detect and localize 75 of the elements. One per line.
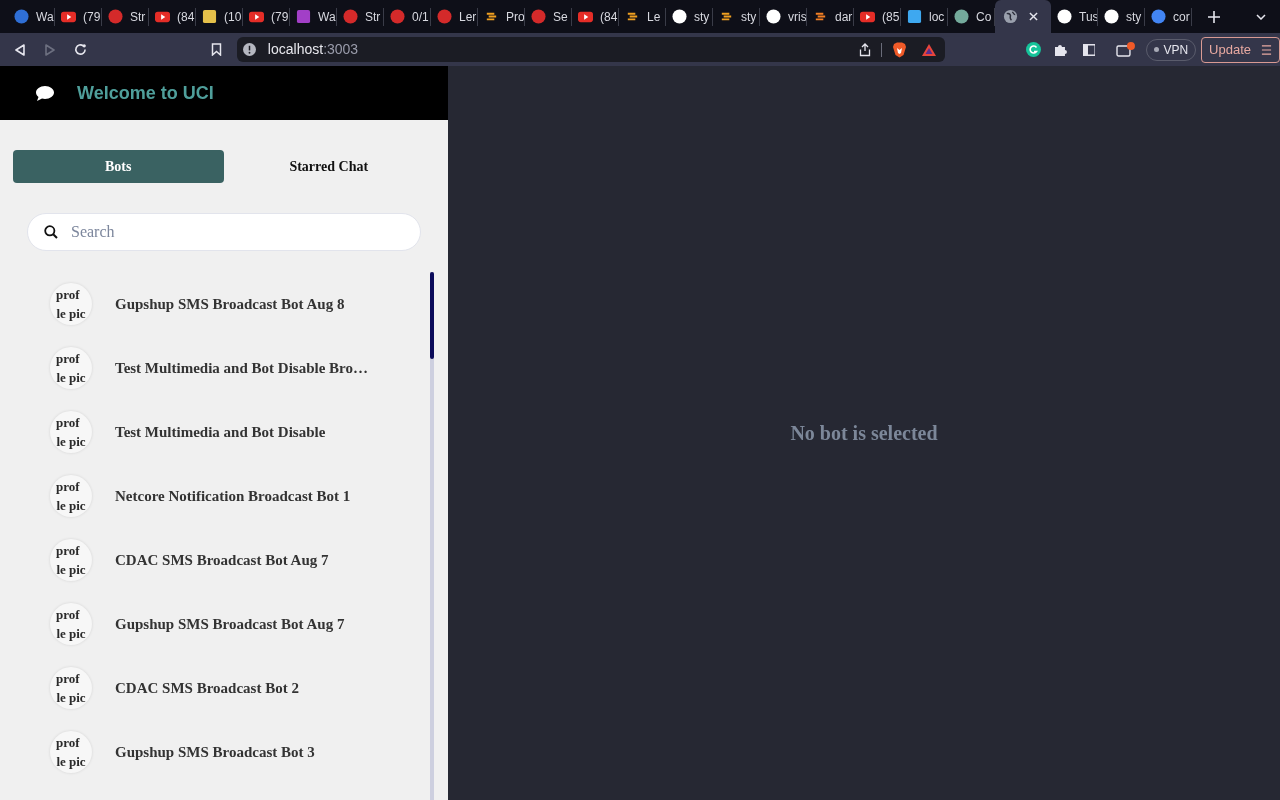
browser-tab[interactable]: vris (760, 7, 807, 26)
browser-tab[interactable]: (85 (854, 7, 901, 26)
broken-avatar-image: prof le pic (50, 731, 92, 773)
grammar-extension-icon[interactable] (1025, 42, 1041, 57)
new-tab-icon[interactable] (1208, 10, 1220, 23)
tab[interactable]: Bots (13, 150, 224, 183)
browser-tab[interactable] (995, 0, 1051, 33)
search-field[interactable]: Search (27, 213, 421, 251)
browser-tab[interactable]: sty (1098, 7, 1145, 26)
triangle-icon[interactable] (920, 42, 937, 57)
browser-tab[interactable]: Ler (431, 7, 478, 26)
scrollbar[interactable] (430, 272, 434, 800)
chevron-down-icon[interactable] (1256, 13, 1266, 20)
broken-avatar-image: prof le pic (50, 475, 92, 517)
browser-tab[interactable]: 0/1 (384, 7, 431, 26)
browser-tab[interactable]: (84 (572, 7, 619, 26)
bot-name: Gupshup SMS Broadcast Bot Aug 8 (115, 294, 345, 314)
browser-tab[interactable]: Le (619, 7, 666, 26)
browser-tab[interactable]: Pro (478, 7, 525, 26)
bot-name: CDAC SMS Broadcast Bot Aug 7 (115, 550, 329, 570)
broken-avatar-image: prof le pic (50, 347, 92, 389)
browser-tab[interactable]: sty (666, 7, 713, 26)
search-icon (44, 225, 58, 239)
url-text: localhost:3003 (267, 40, 359, 59)
share-icon[interactable] (858, 42, 871, 57)
chat-bubble-icon (35, 84, 55, 102)
browser-tab[interactable]: loc (901, 7, 948, 26)
broken-avatar-image: prof le pic (50, 603, 92, 645)
browser-tab[interactable]: cor (1145, 7, 1192, 26)
puzzle-icon[interactable] (1053, 42, 1068, 57)
bot-list-item[interactable]: prof le pic CDAC SMS Broadcast Bot 2 (0, 656, 430, 720)
bot-name: Gupshup SMS Broadcast Bot 3 (115, 742, 315, 762)
app-title: Welcome to UCI (77, 81, 214, 105)
browser-tab[interactable]: Se (525, 7, 572, 26)
browser-tab[interactable]: (84 (149, 7, 196, 26)
browser-tab[interactable]: (79 (55, 7, 102, 26)
bot-list-item[interactable]: prof le pic Gupshup SMS Broadcast Bot 3 (0, 720, 430, 784)
browser-tab[interactable]: sty (713, 7, 760, 26)
sidebar-icon[interactable] (1082, 43, 1096, 56)
vpn-label: VPN (1163, 41, 1189, 59)
bot-name: Gupshup SMS Broadcast Bot Aug 7 (115, 614, 345, 634)
info-icon (242, 43, 256, 56)
bot-list-item[interactable]: prof le pic Test Multimedia and Bot Disable (0, 400, 430, 464)
browser-tab[interactable]: dar (807, 7, 854, 26)
bot-name: Netcore Notification Broadcast Bot 1 (115, 486, 351, 506)
bot-list-item[interactable]: prof le pic Gupshup SMS Broadcast Bot Aug 7 (0, 592, 430, 656)
bot-name: Test Multimedia and Bot Disable (115, 422, 326, 442)
browser-tab[interactable]: Str (102, 7, 149, 26)
forward-icon[interactable] (43, 43, 56, 56)
tab[interactable]: Starred Chat (223, 150, 434, 183)
broken-avatar-image: prof le pic (50, 411, 92, 453)
browser-tab[interactable]: (79 (243, 7, 290, 26)
bot-name: Test Multimedia and Bot Disable Bro… (115, 358, 368, 378)
bot-name: CDAC SMS Broadcast Bot 2 (115, 678, 299, 698)
browser-tab[interactable]: Str (337, 7, 384, 26)
reload-icon[interactable] (73, 43, 87, 56)
empty-state-message: No bot is selected (790, 420, 938, 446)
close-icon[interactable] (1029, 12, 1038, 21)
lion-shield-icon[interactable] (891, 41, 907, 58)
wallet-icon[interactable] (1116, 41, 1137, 58)
broken-avatar-image: prof le pic (50, 667, 92, 709)
bot-list-item[interactable]: prof le pic Test Multimedia and Bot Disable Bro… (0, 336, 430, 400)
menu-icon (1261, 43, 1272, 56)
browser-tab[interactable]: (10 (196, 7, 243, 26)
bot-list-item[interactable]: prof le pic Netcore Notification Broadcast Bot 1 (0, 464, 430, 528)
bookmark-icon[interactable] (210, 43, 222, 56)
broken-avatar-image: prof le pic (50, 283, 92, 325)
bot-list-item[interactable]: prof le pic Gupshup SMS Broadcast Bot Aug 8 (0, 272, 430, 336)
back-icon[interactable] (14, 43, 26, 56)
browser-tab[interactable]: Wa (8, 7, 55, 26)
browser-tab[interactable]: Wa (290, 7, 337, 26)
bot-list-item[interactable]: prof le pic CDAC SMS Broadcast Bot Aug 7 (0, 528, 430, 592)
broken-avatar-image: prof le pic (50, 539, 92, 581)
update-button[interactable]: Update (1201, 36, 1280, 63)
address-bar[interactable]: localhost:3003 (236, 37, 945, 62)
